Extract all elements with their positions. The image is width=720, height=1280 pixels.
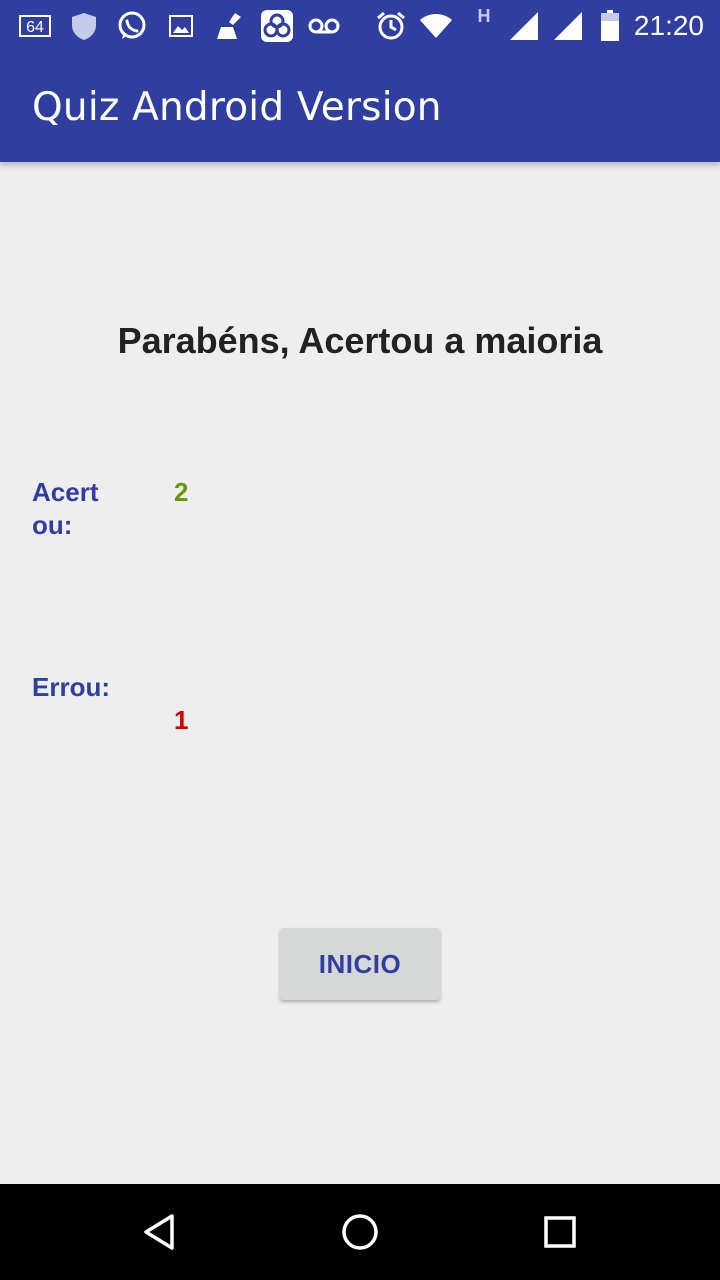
correct-count: 2 <box>174 477 189 507</box>
wrong-label: Errou: <box>32 672 110 702</box>
signal-icon <box>550 10 586 42</box>
shield-icon <box>68 10 100 42</box>
app-icon <box>259 10 295 42</box>
result-screen: Parabéns, Acertou a maioria Acertou: 2 E… <box>0 162 720 1184</box>
result-headline: Parabéns, Acertou a maioria <box>117 320 603 361</box>
signal-icon <box>506 10 542 42</box>
navigation-bar <box>0 1184 720 1280</box>
wifi-icon <box>418 10 454 42</box>
notification-64-icon: 64 <box>18 10 52 42</box>
image-icon <box>166 10 196 42</box>
status-bar: 64 H 21:20 <box>0 0 720 52</box>
status-time: 21:20 <box>633 10 704 41</box>
cleaner-icon <box>212 10 246 42</box>
network-type-label: H <box>477 5 491 26</box>
home-icon[interactable] <box>330 1202 390 1262</box>
app-bar: Quiz Android Version <box>0 52 720 162</box>
voicemail-icon <box>306 10 342 42</box>
app-title: Quiz Android Version <box>32 85 442 130</box>
alarm-icon <box>374 10 408 42</box>
start-button[interactable]: INICIO <box>280 928 440 1000</box>
whatsapp-icon <box>114 10 150 42</box>
back-icon[interactable] <box>130 1202 190 1262</box>
recents-icon[interactable] <box>530 1202 590 1262</box>
battery-icon <box>598 10 622 42</box>
wrong-count: 1 <box>174 705 189 735</box>
correct-label: Acertou: <box>32 477 99 540</box>
notification-badge-text: 64 <box>26 19 44 36</box>
